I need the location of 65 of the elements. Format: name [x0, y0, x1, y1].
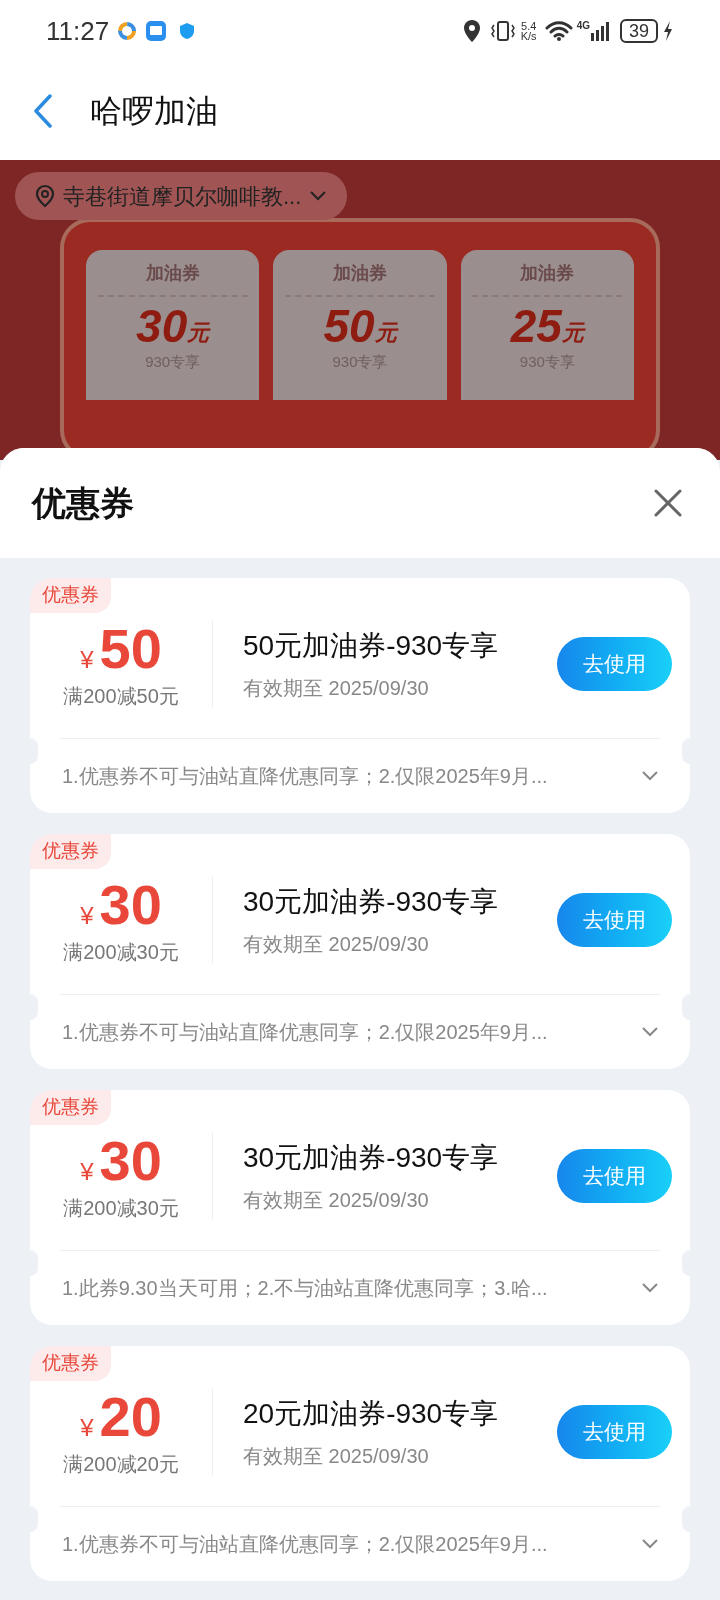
- chevron-down-icon: [309, 190, 328, 202]
- coupon-validity: 有效期至 2025/09/30: [243, 1444, 430, 1469]
- coupon-tag: 优惠券: [30, 578, 111, 613]
- ticket-amount: 30: [136, 301, 188, 351]
- coupon-validity: 有效期至 2025/09/30: [243, 1188, 430, 1213]
- expand-chevron-icon: [642, 1027, 658, 1037]
- coupon-condition: 满200减50元: [63, 684, 179, 709]
- ticket-label: 加油券: [145, 262, 200, 285]
- coupon-validity: 有效期至 2025/09/30: [243, 932, 430, 957]
- expand-chevron-icon: [642, 1539, 658, 1549]
- coupon-amount: 30: [99, 873, 162, 937]
- page-title: 哈啰加油: [90, 92, 218, 131]
- ticket-unit: 元: [187, 320, 210, 347]
- expand-chevron-icon: [642, 771, 658, 781]
- location-selector[interactable]: 寺巷街道摩贝尔咖啡教...: [15, 172, 348, 220]
- currency-symbol: ¥: [80, 1157, 94, 1187]
- use-button[interactable]: 去使用: [557, 1149, 672, 1203]
- expand-chevron-icon: [642, 1283, 658, 1293]
- network-speed-unit: K/s: [520, 31, 537, 41]
- battery-indicator: 39: [619, 19, 658, 43]
- coupon-name: 50元加油券-930专享: [243, 629, 500, 663]
- app-icon: [117, 21, 138, 41]
- ticket-label: 加油券: [520, 262, 575, 285]
- coupon-tag: 优惠券: [30, 1090, 111, 1125]
- coupon-validity: 有效期至 2025/09/30: [243, 676, 430, 701]
- currency-symbol: ¥: [80, 645, 94, 675]
- back-icon: [32, 94, 54, 128]
- message-icon: [145, 20, 168, 42]
- coupon-tag: 优惠券: [30, 834, 111, 869]
- signal-icon: [589, 21, 612, 41]
- location-icon: [462, 19, 481, 43]
- coupon-condition: 满200减20元: [63, 1452, 179, 1477]
- coupon-rules: 1.优惠券不可与油站直降优惠同享；2.仅限2025年9月...: [62, 1532, 548, 1557]
- coupon-amount: 50: [99, 617, 162, 681]
- coupon-name: 30元加油券-930专享: [243, 885, 500, 919]
- coupon-condition: 满200减30元: [63, 940, 179, 965]
- coupon-amount: 30: [99, 1129, 162, 1193]
- location-pin-icon: [35, 184, 55, 208]
- ticket-amount: 25: [510, 301, 562, 351]
- ticket-amount: 50: [323, 301, 375, 351]
- use-button[interactable]: 去使用: [557, 1405, 672, 1459]
- shield-icon: [179, 22, 196, 40]
- coupon-rules: 1.优惠券不可与油站直降优惠同享；2.仅限2025年9月...: [62, 1020, 548, 1045]
- sheet-title: 优惠券: [32, 482, 134, 524]
- wifi-icon: [544, 21, 573, 41]
- currency-symbol: ¥: [80, 901, 94, 931]
- coupon-name: 30元加油券-930专享: [243, 1141, 500, 1175]
- ticket-label: 加油券: [333, 262, 387, 285]
- coupon-tag: 优惠券: [30, 1346, 111, 1381]
- ticket-unit: 元: [561, 320, 584, 347]
- status-time: 11:27: [46, 14, 110, 48]
- network-speed: 5.4: [521, 21, 537, 31]
- coupon-rules: 1.此券9.30当天可用；2.不与油站直降优惠同享；3.哈...: [62, 1276, 548, 1301]
- coupon-amount: 20: [99, 1385, 162, 1449]
- ticket-unit: 元: [374, 320, 397, 347]
- use-button[interactable]: 去使用: [557, 637, 672, 691]
- vibrate-icon: [488, 20, 517, 42]
- close-icon: [653, 488, 683, 518]
- charging-icon: [662, 20, 674, 42]
- coupon-rules: 1.优惠券不可与油站直降优惠同享；2.仅限2025年9月...: [62, 764, 548, 789]
- network-type: 4G: [576, 21, 590, 31]
- use-button[interactable]: 去使用: [557, 893, 672, 947]
- coupon-name: 20元加油券-930专享: [243, 1397, 500, 1431]
- coupon-condition: 满200减30元: [63, 1196, 179, 1221]
- currency-symbol: ¥: [80, 1413, 94, 1443]
